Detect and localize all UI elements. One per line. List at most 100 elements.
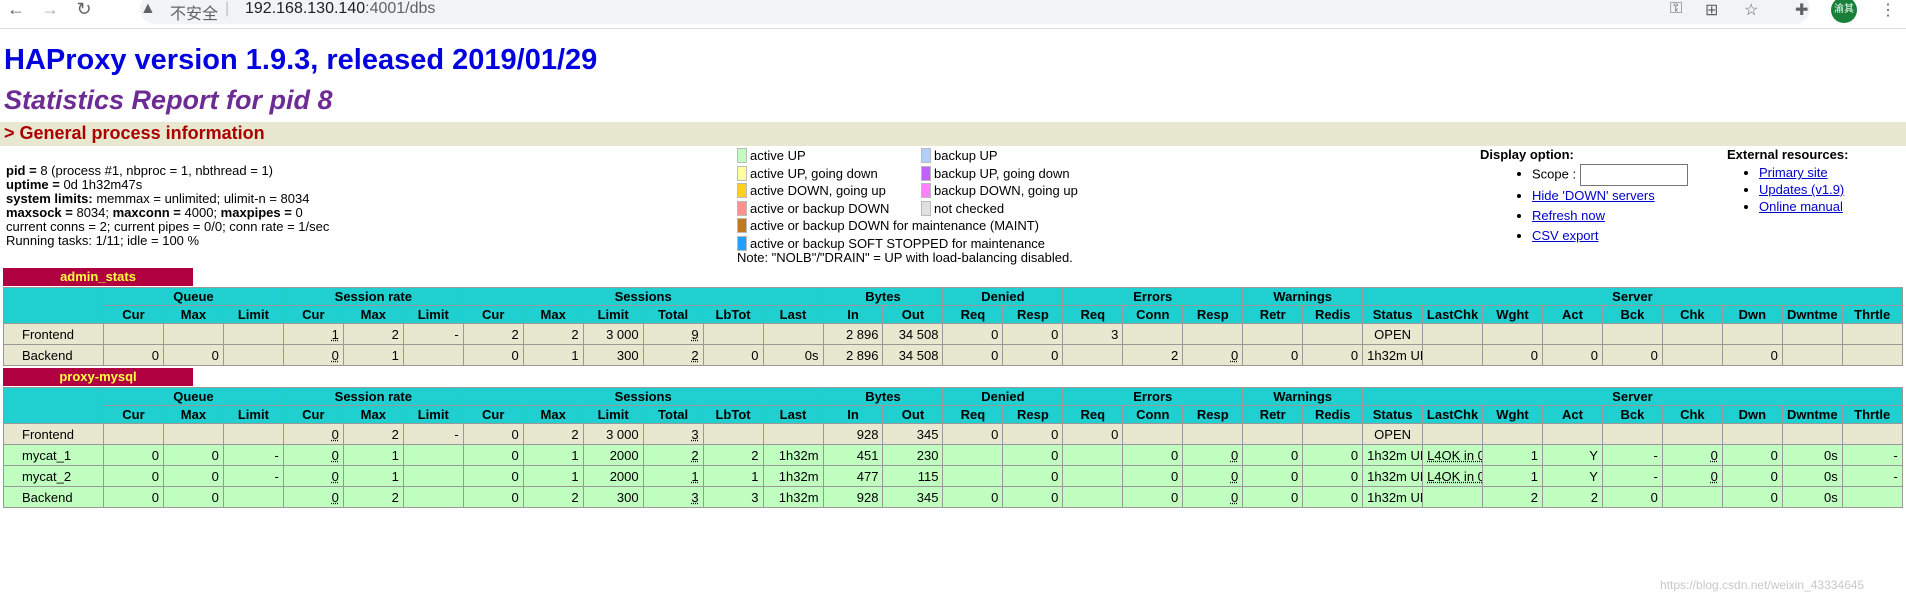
- group-header: Session rate: [282, 387, 464, 406]
- scope-label: Scope :: [1532, 166, 1577, 182]
- info-line: uptime = 0d 1h32m47s: [6, 177, 143, 192]
- table-cell: [1781, 344, 1843, 366]
- group-header: Server: [1362, 387, 1903, 406]
- table-cell: 0: [103, 344, 164, 366]
- column-header: Total: [642, 405, 704, 424]
- external-resources-heading: External resources:: [1727, 147, 1849, 162]
- table-cell: 0: [1002, 423, 1064, 445]
- column-header: Dwn: [1721, 405, 1783, 424]
- column-header: Resp: [1002, 305, 1064, 324]
- column-header: Redis: [1302, 305, 1364, 324]
- column-header: Max: [162, 405, 224, 424]
- star-icon[interactable]: ☆: [1744, 0, 1758, 20]
- table-cell: 2: [522, 323, 584, 345]
- table-cell: OPEN: [1362, 323, 1424, 345]
- row-name[interactable]: Frontend: [3, 323, 104, 345]
- row-name[interactable]: Backend: [3, 344, 104, 366]
- column-header: Cur: [103, 305, 164, 324]
- header-cell: [3, 387, 104, 424]
- legend-label: active DOWN, going up: [750, 183, 886, 198]
- legend-swatch: [921, 165, 931, 181]
- legend-note: Note: "NOLB"/"DRAIN" = UP with load-bala…: [737, 250, 1073, 265]
- column-header: Act: [1541, 305, 1603, 324]
- forward-arrow-icon[interactable]: →: [40, 0, 60, 20]
- table-cell: [762, 323, 824, 345]
- proxy-name-tab[interactable]: proxy-mysql: [3, 368, 193, 386]
- table-cell: [702, 323, 764, 345]
- row-name[interactable]: mycat_2: [3, 465, 104, 487]
- legend-item: backup DOWN, going up: [921, 182, 1078, 200]
- legend-swatch: [921, 200, 931, 216]
- menu-icon[interactable]: ⋮: [1880, 0, 1896, 20]
- table-cell: 3 000: [582, 423, 644, 445]
- warning-icon[interactable]: ▲: [140, 0, 156, 18]
- column-header: Max: [162, 305, 224, 324]
- column-header: Retr: [1242, 305, 1304, 324]
- legend-swatch: [737, 183, 747, 198]
- refresh-now-link[interactable]: Refresh now: [1532, 208, 1605, 223]
- table-cell: -: [1841, 444, 1903, 466]
- table-cell: [103, 423, 164, 445]
- group-header: Bytes: [822, 387, 944, 406]
- row-name[interactable]: Frontend: [3, 423, 104, 445]
- legend-label: active or backup DOWN for maintenance (M…: [750, 218, 1039, 233]
- group-header: Session rate: [282, 287, 464, 306]
- table-cell: -: [1841, 465, 1903, 487]
- table-cell: 0: [1302, 444, 1364, 466]
- column-header: Limit: [582, 305, 644, 324]
- table-cell: [402, 444, 464, 466]
- table-row: Backend 0 0 0 2 0 2 300 3 3 1h32m 928 345 0 0 0 0 0 0 1h32m…: [3, 486, 1903, 508]
- legend-swatch: [737, 218, 747, 233]
- security-label[interactable]: 不安全: [170, 0, 218, 24]
- hide-down-servers-link[interactable]: Hide 'DOWN' servers: [1532, 188, 1655, 203]
- avatar[interactable]: 渝其: [1831, 0, 1857, 23]
- key-icon[interactable]: ⚿: [1670, 0, 1682, 18]
- table-cell: 0: [1062, 423, 1124, 445]
- online-manual-link[interactable]: Online manual: [1759, 199, 1843, 214]
- group-header: Sessions: [462, 287, 824, 306]
- table-cell: 0: [942, 323, 1004, 345]
- updates-link[interactable]: Updates (v1.9): [1759, 182, 1844, 197]
- proxy-name-tab[interactable]: admin_stats: [3, 268, 193, 286]
- column-header: Conn: [1122, 405, 1184, 424]
- url-text[interactable]: 192.168.130.140:4001/dbs: [245, 0, 435, 18]
- table-cell: 1h32m: [762, 486, 824, 508]
- column-header: Dwntme: [1781, 305, 1843, 324]
- table-cell: 0s: [1781, 486, 1843, 508]
- table-cell: 0: [462, 465, 524, 487]
- table-cell: [762, 423, 824, 445]
- proxy-stats-table: Queue Session rate Sessions Bytes Denied Erro…: [3, 387, 1903, 508]
- table-cell: [1601, 323, 1663, 345]
- table-cell: 0: [1721, 344, 1783, 366]
- info-line: maxsock = 8034; maxconn = 4000; maxpipes…: [6, 205, 303, 220]
- legend-right: backup UP backup UP, going down backup DOW…: [921, 147, 1078, 217]
- table-cell: 300: [582, 344, 644, 366]
- csv-export-link[interactable]: CSV export: [1532, 228, 1598, 243]
- extensions-icon[interactable]: ✚: [1795, 0, 1808, 20]
- table-cell: 2: [1541, 486, 1603, 508]
- table-cell: 2: [1482, 486, 1543, 508]
- table-cell: 0: [103, 465, 164, 487]
- legend-label: active or backup DOWN: [750, 200, 890, 216]
- table-cell: 2000: [582, 444, 644, 466]
- translate-icon[interactable]: ⊞: [1705, 0, 1718, 20]
- reload-icon[interactable]: ↻: [74, 0, 94, 20]
- table-cell: 1: [642, 465, 704, 487]
- row-name[interactable]: Backend: [3, 486, 104, 508]
- scope-input[interactable]: [1579, 164, 1688, 186]
- table-cell: [942, 465, 1004, 487]
- legend-label: active UP: [750, 148, 806, 163]
- table-cell: 3: [642, 486, 704, 508]
- primary-site-link[interactable]: Primary site: [1759, 165, 1828, 180]
- table-cell: 451: [822, 444, 884, 466]
- table-cell: 0: [1302, 344, 1364, 366]
- column-header: Bck: [1601, 405, 1663, 424]
- page-subtitle: Statistics Report for pid 8: [4, 85, 333, 115]
- table-cell: [1182, 423, 1244, 445]
- table-row: Frontend 0 2-0 2 3 000 3 928 345 0 0 0 OPEN: [3, 423, 1903, 445]
- back-arrow-icon[interactable]: ←: [6, 0, 26, 20]
- display-options: Display option: Scope : Hide 'DOWN' serv…: [1480, 147, 1688, 246]
- table-cell: 0: [942, 423, 1004, 445]
- table-cell: 34 508: [882, 323, 944, 345]
- row-name[interactable]: mycat_1: [3, 444, 104, 466]
